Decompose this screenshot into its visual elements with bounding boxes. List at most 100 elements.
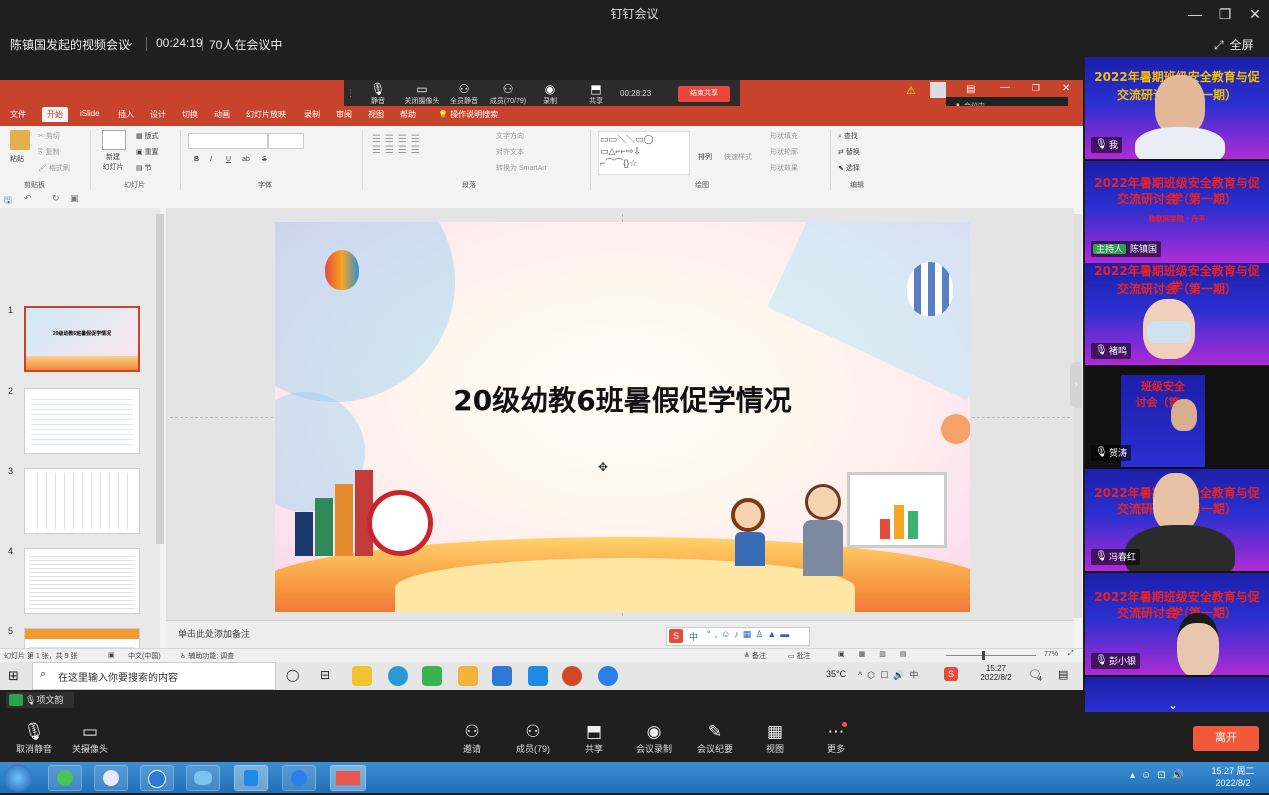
share-button[interactable]: ⬒ 共享 <box>580 722 608 755</box>
notes-placeholder[interactable]: 单击此处添加备注 <box>178 627 250 640</box>
new-slide-button[interactable]: 新建 幻灯片 <box>98 152 128 172</box>
os-clock[interactable]: 15:27 周二 2022/8/2 <box>1200 765 1266 789</box>
present-icon[interactable]: ▣ <box>70 193 79 204</box>
windows-start-icon[interactable] <box>4 764 32 792</box>
slide-thumbnail-2[interactable] <box>24 388 140 454</box>
temperature[interactable]: 35°C <box>826 669 846 679</box>
share-mute-button[interactable]: 🎙 静音 <box>358 83 398 106</box>
slide-scrollbar[interactable] <box>1074 214 1082 618</box>
app-icon[interactable] <box>186 765 220 791</box>
paste-button[interactable]: 粘贴 <box>10 154 24 164</box>
ribbon-display-icon[interactable]: ▤ <box>966 84 975 95</box>
tab-help[interactable]: 帮助 <box>400 109 416 120</box>
copy-button[interactable]: ⎘ 复制 <box>38 147 60 157</box>
slide-thumbnail-4[interactable] <box>24 548 140 614</box>
tab-design[interactable]: 设计 <box>150 109 166 120</box>
more-button[interactable]: ⋯ 更多 <box>822 722 850 755</box>
paste-icon[interactable] <box>10 130 30 150</box>
font-size-input[interactable] <box>268 133 304 149</box>
current-slide[interactable]: 20级幼教6班暑假促学情况 <box>275 222 970 612</box>
dingtalk-icon[interactable] <box>528 666 548 686</box>
tab-slideshow[interactable]: 幻灯片放映 <box>246 109 286 120</box>
ppt-close-icon[interactable]: ✕ <box>1062 83 1070 94</box>
system-tray-icons[interactable]: ▴☺⊡🔊 <box>1130 770 1190 781</box>
record-button[interactable]: ◉ 会议录制 <box>634 722 674 755</box>
shape-effect-button[interactable]: 形状效果 <box>770 163 798 173</box>
quick-styles-button[interactable]: 快速样式 <box>724 152 752 162</box>
share-mute-all-button[interactable]: ⚇ 全员静音 <box>444 83 484 106</box>
ppt-minimize-icon[interactable]: — <box>1000 82 1010 93</box>
file-explorer-icon[interactable] <box>352 666 372 686</box>
restore-icon[interactable]: ❐ <box>1210 0 1240 28</box>
strike-button[interactable]: S <box>262 156 267 163</box>
language-status[interactable]: 中文(中国) <box>128 651 161 661</box>
shadow-button[interactable]: ab <box>242 156 250 163</box>
zoom-slider-thumb[interactable] <box>982 651 985 660</box>
save-icon[interactable]: 🖫 <box>4 193 12 209</box>
tab-islide[interactable]: iSlide <box>80 109 100 118</box>
notes-button[interactable]: ≜ 备注 <box>744 651 766 661</box>
share-record-button[interactable]: ◉ 录制 <box>530 83 570 106</box>
notes-pane[interactable] <box>166 620 1074 648</box>
action-center-icon[interactable]: ▤ <box>1058 668 1068 681</box>
share-members-button[interactable]: ⚇ 成员(70/79) <box>488 83 528 106</box>
tab-tell-me[interactable]: 💡 操作说明搜索 <box>438 109 498 120</box>
chevron-down-icon[interactable]: ⌄ <box>1168 698 1178 712</box>
fit-window-icon[interactable]: ⤢ <box>1068 650 1074 658</box>
meeting-name[interactable]: 陈镇国发起的视频会议 <box>10 36 130 53</box>
ime-toolbar[interactable]: S 中 °,☺♪▦♙▲▬ <box>666 627 810 646</box>
app-icon[interactable] <box>458 666 478 686</box>
close-icon[interactable]: ✕ <box>1240 0 1269 28</box>
app-icon[interactable] <box>492 666 512 686</box>
participant-tile[interactable]: 2022年暑期班级安全教育与促学 交流研讨会（第一期） 🎙我 <box>1085 57 1269 159</box>
tab-review[interactable]: 审阅 <box>336 109 352 120</box>
zoom-level[interactable]: 77% <box>1044 651 1058 658</box>
share-camera-button[interactable]: ▭ 关闭摄像头 <box>402 83 442 106</box>
sogou-tray-icon[interactable]: S <box>944 667 958 681</box>
minimize-icon[interactable]: — <box>1180 0 1210 28</box>
replace-button[interactable]: ⇄ 替换 <box>838 147 860 157</box>
tab-record[interactable]: 录制 <box>304 109 320 120</box>
shape-outline-button[interactable]: 形状轮廓 <box>770 147 798 157</box>
invite-button[interactable]: ⚇ 邀请 <box>456 722 488 755</box>
paragraph-controls[interactable]: ☰☰☰☰ ☰☰☰☰ <box>372 134 482 168</box>
tab-insert[interactable]: 插入 <box>118 109 134 120</box>
browser-icon[interactable] <box>48 765 82 791</box>
shape-fill-button[interactable]: 形状填充 <box>770 131 798 141</box>
share-share-button[interactable]: ⬒ 共享 <box>576 83 616 106</box>
comments-button[interactable]: ▭ 批注 <box>788 651 811 661</box>
undo-icon[interactable]: ↶ <box>24 193 32 204</box>
reset-button[interactable]: ▣ 重置 <box>136 147 159 157</box>
remote-search-placeholder[interactable]: 在这里输入你要搜索的内容 <box>58 669 178 684</box>
slide-thumbnail-3[interactable] <box>24 468 140 534</box>
stop-share-button[interactable]: 结束共享 <box>678 86 730 102</box>
meeting-app-icon[interactable] <box>598 666 618 686</box>
ppt-restore-icon[interactable]: ❐ <box>1032 83 1040 94</box>
app-icon[interactable] <box>140 765 174 791</box>
tray-icons[interactable]: ^⬡☐🔊中 <box>858 668 923 681</box>
fullscreen-button[interactable]: ⤢ 全屏 <box>1214 36 1254 53</box>
view-button[interactable]: ▦ 视图 <box>762 722 788 755</box>
tab-animation[interactable]: 动画 <box>214 109 230 120</box>
redo-icon[interactable]: ↻ <box>52 193 60 204</box>
format-painter-button[interactable]: 🖌 格式刷 <box>38 163 70 173</box>
align-text-button[interactable]: 对齐文本 <box>496 147 524 157</box>
participant-tile[interactable]: 2022年暑期班级安全教育与促学 交流研讨会（第一期） 🎙 彭小银 <box>1085 573 1269 675</box>
widgets-icon[interactable]: ⊟ <box>320 668 330 682</box>
powerpoint-icon[interactable] <box>562 666 582 686</box>
remote-clock[interactable]: 15:27 2022/8/2 <box>974 664 1018 682</box>
thumbnail-scrollbar[interactable] <box>156 214 164 544</box>
view-buttons[interactable]: ▣▦▥▤ <box>838 650 920 658</box>
tab-view[interactable]: 视图 <box>368 109 384 120</box>
participant-tile[interactable]: 2022年暑期班级安全教育与促学 交流研讨会（第一期） 🎙冯春红 <box>1085 469 1269 571</box>
text-direction-button[interactable]: 文字方向 <box>496 131 524 141</box>
find-button[interactable]: ⌕ 查找 <box>838 131 858 141</box>
shapes-gallery[interactable]: ▭▭＼＼▭◯ ▭△⌐⌐⇨⇩ ⌐⌒⌒{}☆ <box>598 131 690 175</box>
font-name-input[interactable] <box>188 133 268 149</box>
chevron-down-icon[interactable]: ⌄ <box>124 34 135 50</box>
arrange-button[interactable]: 排列 <box>698 152 712 162</box>
leave-button[interactable]: 离开 <box>1193 726 1259 751</box>
edge-icon[interactable] <box>388 666 408 686</box>
windows-start-icon[interactable]: ⊞ <box>8 668 19 684</box>
new-slide-icon[interactable] <box>102 130 126 150</box>
